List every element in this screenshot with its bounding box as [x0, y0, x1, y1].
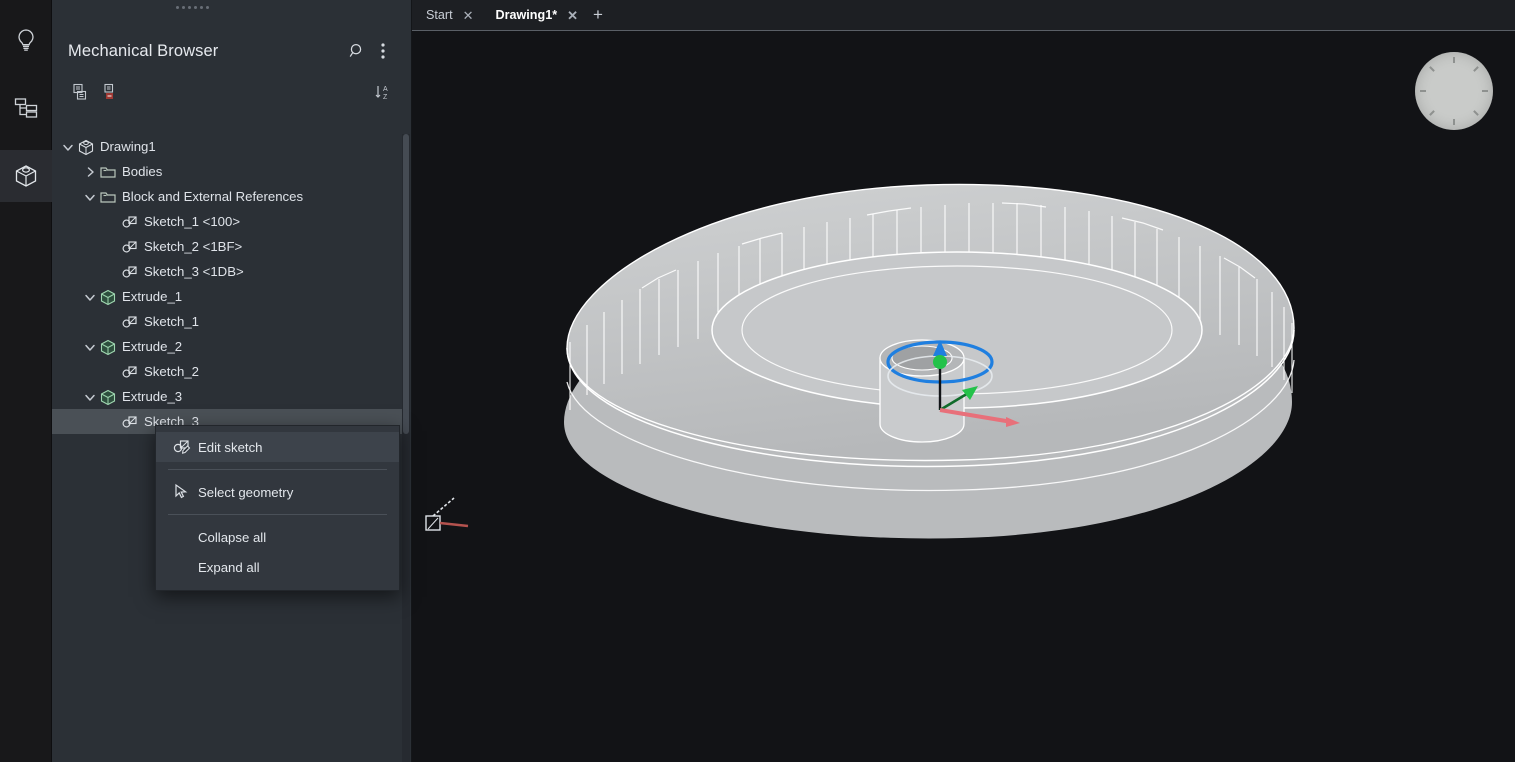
- panel-drag-handle[interactable]: [172, 5, 212, 10]
- twisty-placeholder: [104, 409, 120, 434]
- context-menu-item-label: Expand all: [198, 559, 260, 575]
- folder-icon: [98, 159, 118, 184]
- left-icon-rail: [0, 0, 52, 762]
- close-icon[interactable]: ✕: [567, 9, 578, 22]
- gizmo-x-axis[interactable]: [939, 408, 1013, 424]
- extrude-icon: [98, 384, 118, 409]
- twisty-down-icon[interactable]: [82, 184, 98, 209]
- tree-node[interactable]: Bodies: [52, 159, 410, 184]
- twisty-down-icon[interactable]: [82, 334, 98, 359]
- context-menu-separator: [168, 469, 387, 470]
- context-menu-separator: [168, 514, 387, 515]
- sketch-icon: [120, 409, 140, 434]
- context-menu-item-label: Select geometry: [198, 484, 294, 500]
- panel-scrollbar[interactable]: [402, 134, 410, 762]
- panel-toolbar: A Z: [52, 76, 412, 108]
- tree-node-label: Drawing1: [100, 139, 156, 154]
- twisty-right-icon[interactable]: [82, 159, 98, 184]
- twisty-down-icon[interactable]: [82, 284, 98, 309]
- tree-node-label: Sketch_3 <1DB>: [144, 264, 244, 279]
- delete-component-icon[interactable]: [96, 79, 126, 105]
- folder-icon: [98, 184, 118, 209]
- sketch-icon: [120, 259, 140, 284]
- document-tab[interactable]: Start ✕: [412, 0, 482, 30]
- new-component-icon[interactable]: [66, 79, 96, 105]
- twisty-placeholder: [104, 309, 120, 334]
- twisty-placeholder: [104, 209, 120, 234]
- model-tree: Drawing1 Bodies Block and External Referen…: [52, 134, 410, 434]
- extrude-icon: [98, 284, 118, 309]
- svg-text:Z: Z: [383, 94, 388, 101]
- gizmo-y-arrow[interactable]: [962, 386, 978, 400]
- view-compass-widget[interactable]: [1415, 52, 1493, 130]
- tree-node-label: Sketch_2 <1BF>: [144, 239, 243, 254]
- tree-node[interactable]: Block and External References: [52, 184, 410, 209]
- twisty-placeholder: [104, 234, 120, 259]
- new-tab-button[interactable]: +: [586, 0, 610, 30]
- sketch-icon: [120, 359, 140, 384]
- document-tab-label: Drawing1*: [495, 8, 558, 22]
- rotate-move-gizmo[interactable]: [862, 310, 1032, 440]
- sketch-icon: [120, 209, 140, 234]
- ucs-axis-icon: [425, 497, 469, 531]
- sketch-icon: [120, 309, 140, 334]
- twisty-down-icon[interactable]: [82, 384, 98, 409]
- gizmo-x-arrow[interactable]: [1006, 417, 1020, 427]
- tree-node[interactable]: Drawing1: [52, 134, 410, 159]
- tree-node[interactable]: Sketch_2 <1BF>: [52, 234, 410, 259]
- tree-node-label: Extrude_3: [122, 389, 183, 404]
- tree-node[interactable]: Sketch_3 <1DB>: [52, 259, 410, 284]
- svg-text:A: A: [383, 86, 388, 93]
- extrude-icon: [98, 334, 118, 359]
- rail-item-mechanical-browser[interactable]: [0, 150, 52, 202]
- scrollbar-thumb[interactable]: [403, 134, 409, 434]
- edit-sketch-icon: [170, 436, 194, 458]
- tree-node-label: Extrude_1: [122, 289, 183, 304]
- document-tab-bar: Start ✕ Drawing1* ✕ +: [412, 0, 1515, 30]
- search-icon[interactable]: [344, 38, 370, 64]
- context-menu-item-label: Collapse all: [198, 529, 267, 545]
- tree-node[interactable]: Extrude_1: [52, 284, 410, 309]
- cube-icon: [12, 162, 40, 190]
- tree-node-label: Sketch_1: [144, 314, 199, 329]
- mechanical-browser-panel: Mechanical Browser A Z Drawing1 Bodies B…: [52, 0, 412, 762]
- tree-node-label: Extrude_2: [122, 339, 183, 354]
- context-menu-item[interactable]: Edit sketch: [156, 432, 399, 462]
- context-menu: Edit sketch Select geometry Collapse all Ex…: [155, 425, 400, 591]
- twisty-down-icon[interactable]: [60, 134, 76, 159]
- twisty-placeholder: [104, 359, 120, 384]
- tab-list: Start ✕ Drawing1* ✕ +: [412, 0, 1515, 30]
- tree-node[interactable]: Sketch_1 <100>: [52, 209, 410, 234]
- cursor-arrow-icon: [170, 481, 194, 503]
- context-menu-item[interactable]: Expand all: [156, 552, 399, 582]
- document-tab[interactable]: Drawing1* ✕: [481, 0, 587, 30]
- sort-az-icon[interactable]: A Z: [368, 79, 398, 105]
- document-tab-label: Start: [426, 8, 453, 22]
- cad-application-window: Mechanical Browser A Z Drawing1 Bodies B…: [0, 0, 1515, 762]
- rail-item-structure[interactable]: [0, 82, 52, 134]
- drawing-cube-icon: [76, 134, 96, 159]
- panel-header: Mechanical Browser: [52, 28, 412, 74]
- close-icon[interactable]: ✕: [463, 9, 474, 22]
- tree-node[interactable]: Sketch_1: [52, 309, 410, 334]
- tree-node-label: Sketch_2: [144, 364, 199, 379]
- more-vertical-icon[interactable]: [370, 38, 396, 64]
- page-title: Mechanical Browser: [68, 41, 219, 60]
- lightbulb-icon: [14, 27, 38, 53]
- tree-node-label: Block and External References: [122, 189, 304, 204]
- tree-node[interactable]: Sketch_2: [52, 359, 410, 384]
- twisty-placeholder: [104, 259, 120, 284]
- context-menu-item-label: Edit sketch: [198, 439, 263, 455]
- rail-item-lights[interactable]: [0, 14, 52, 66]
- gizmo-center-handle[interactable]: [933, 355, 947, 369]
- context-menu-item[interactable]: Select geometry: [156, 477, 399, 507]
- structure-tree-icon: [13, 96, 39, 120]
- context-menu-item[interactable]: Collapse all: [156, 522, 399, 552]
- tree-node-label: Bodies: [122, 164, 163, 179]
- tree-node-label: Sketch_1 <100>: [144, 214, 241, 229]
- tree-node[interactable]: Extrude_3: [52, 384, 410, 409]
- sketch-icon: [120, 234, 140, 259]
- tree-node[interactable]: Extrude_2: [52, 334, 410, 359]
- 3d-viewport[interactable]: [412, 30, 1515, 762]
